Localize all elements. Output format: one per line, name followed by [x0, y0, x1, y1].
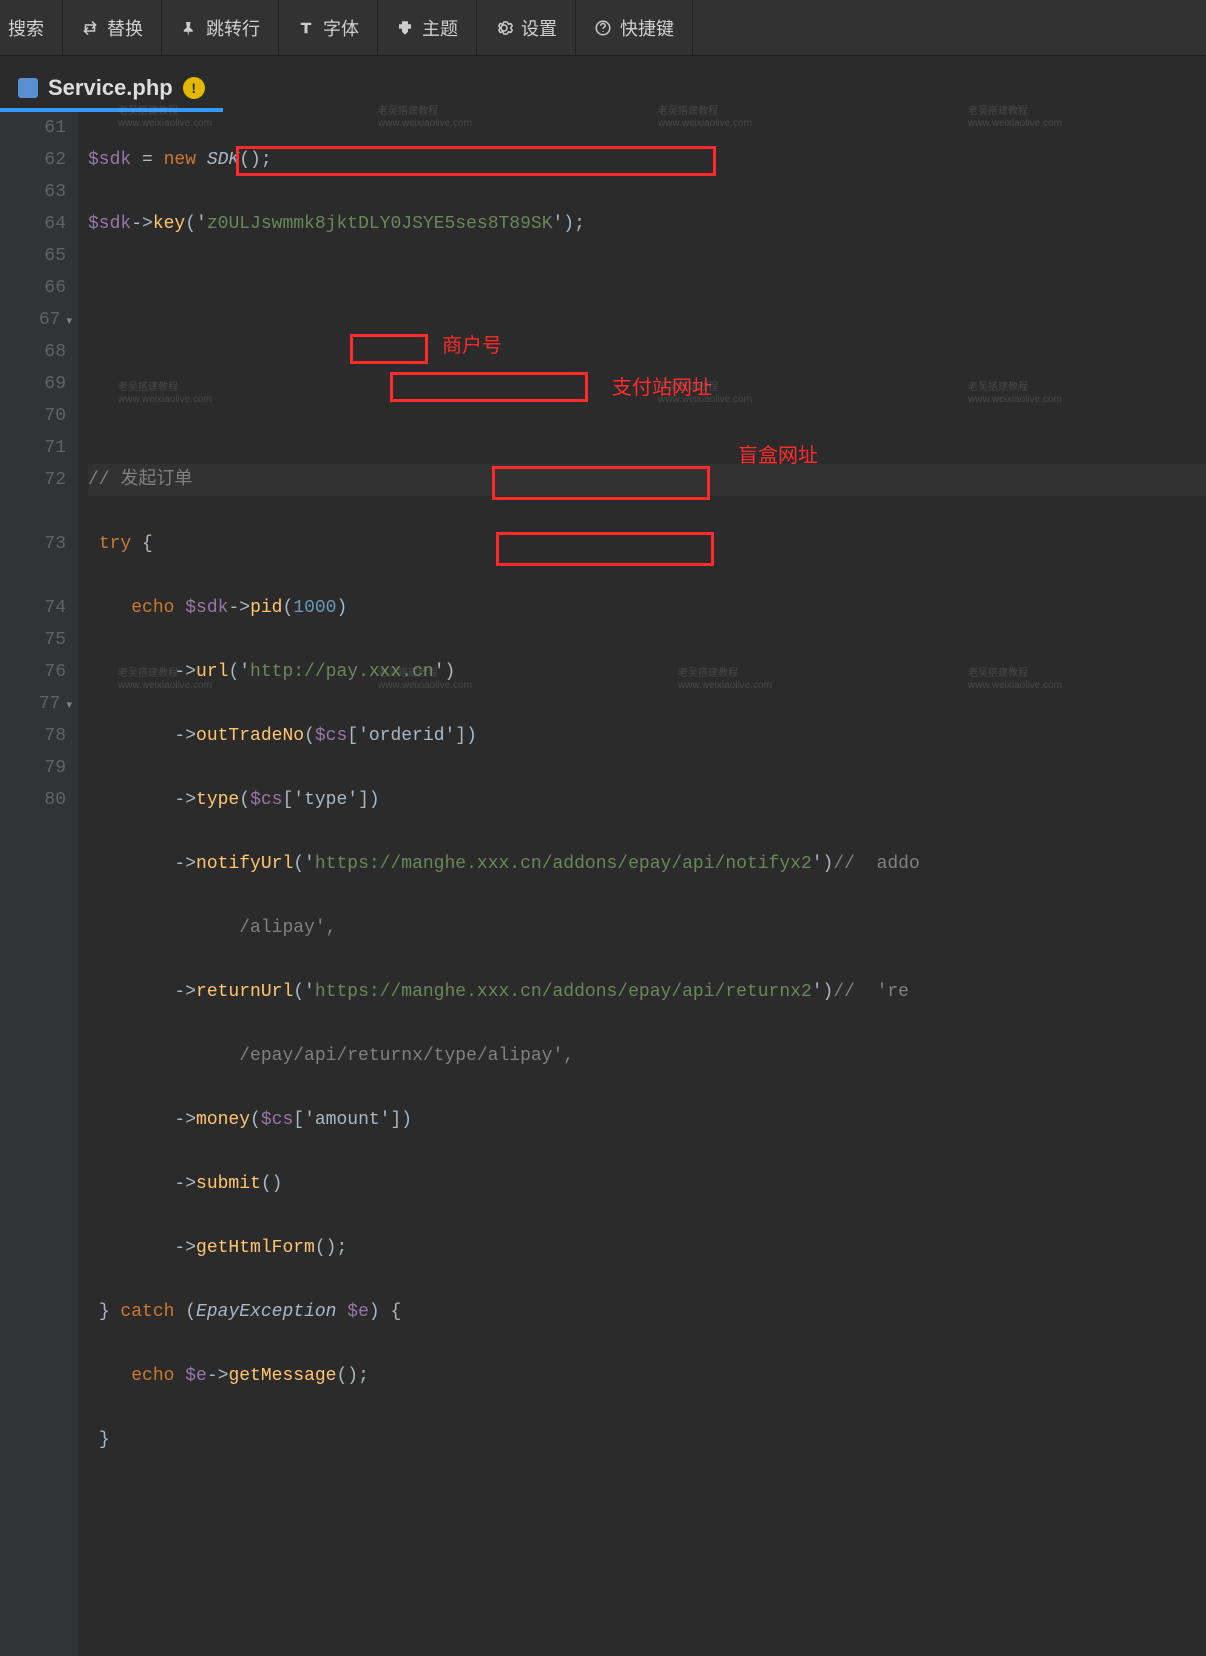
replace-icon [81, 19, 99, 37]
ln [0, 496, 66, 528]
tab-bar: Service.php ! [0, 56, 1206, 112]
ln: 67▾ [0, 304, 66, 336]
code-line: ->type($cs['type']) [88, 784, 1206, 816]
label: 字体 [323, 15, 359, 41]
font-button[interactable]: 字体 [279, 0, 378, 55]
ln: 75 [0, 624, 66, 656]
code-line: ->returnUrl('https://manghe.xxx.cn/addon… [88, 976, 1206, 1008]
ln: 71 [0, 432, 66, 464]
code-line: } [88, 1424, 1206, 1456]
code-line: try { [88, 528, 1206, 560]
code-line [88, 1488, 1206, 1520]
shortcuts-button[interactable]: 快捷键 [576, 0, 693, 55]
label: 替换 [107, 15, 143, 41]
theme-button[interactable]: 主题 [378, 0, 477, 55]
settings-button[interactable]: 设置 [477, 0, 576, 55]
ln: 66 [0, 272, 66, 304]
font-icon [297, 19, 315, 37]
code-line: $sdk = new SDK(); [88, 144, 1206, 176]
code-line [88, 400, 1206, 432]
code-line: ->money($cs['amount']) [88, 1104, 1206, 1136]
code-line: ->getHtmlForm(); [88, 1232, 1206, 1264]
code-line: /alipay', [88, 912, 1206, 944]
ln: 61 [0, 112, 66, 144]
ln: 76 [0, 656, 66, 688]
ln: 63 [0, 176, 66, 208]
goto-button[interactable]: 跳转行 [162, 0, 279, 55]
code-line [88, 336, 1206, 368]
replace-button[interactable]: 替换 [63, 0, 162, 55]
ln: 78 [0, 720, 66, 752]
code-line: $sdk->key('z0ULJswmmk8jktDLY0JSYE5ses8T8… [88, 208, 1206, 240]
tab-service-php[interactable]: Service.php ! [0, 68, 223, 112]
code-line: ->notifyUrl('https://manghe.xxx.cn/addon… [88, 848, 1206, 880]
code-area[interactable]: $sdk = new SDK(); $sdk->key('z0ULJswmmk8… [78, 112, 1206, 1656]
pin-icon [180, 19, 198, 37]
toolbar: 搜索 替换 跳转行 字体 主题 设置 快捷键 [0, 0, 1206, 56]
ln: 64 [0, 208, 66, 240]
help-icon [594, 19, 612, 37]
code-line [88, 272, 1206, 304]
tab-filename: Service.php [48, 75, 173, 101]
label: 设置 [521, 15, 557, 41]
ln: 79 [0, 752, 66, 784]
gear-icon [495, 19, 513, 37]
code-line: ->outTradeNo($cs['orderid']) [88, 720, 1206, 752]
highlight-url [390, 372, 588, 402]
label: 跳转行 [206, 15, 260, 41]
code-line: echo $sdk->pid(1000) [88, 592, 1206, 624]
code-line: ->submit() [88, 1168, 1206, 1200]
php-file-icon [18, 78, 38, 98]
code-line: echo $e->getMessage(); [88, 1360, 1206, 1392]
line-gutter: 61 62 63 64 65 66 67▾ 68 69 70 71 72 73 … [0, 112, 78, 1656]
code-line: /epay/api/returnx/type/alipay', [88, 1040, 1206, 1072]
ln: 70 [0, 400, 66, 432]
ln: 80 [0, 784, 66, 816]
label: 快捷键 [620, 15, 674, 41]
ln: 74 [0, 592, 66, 624]
code-line: } catch (EpayException $e) { [88, 1296, 1206, 1328]
label: 搜索 [8, 15, 44, 41]
ln: 62 [0, 144, 66, 176]
ln: 65 [0, 240, 66, 272]
ln: 77▾ [0, 688, 66, 720]
code-line: ->url('http://pay.xxx.cn') [88, 656, 1206, 688]
ln: 72 [0, 464, 66, 496]
ln: 73 [0, 528, 66, 560]
code-line: // 发起订单 [88, 464, 1206, 496]
ln [0, 560, 66, 592]
ln: 69 [0, 368, 66, 400]
search-button[interactable]: 搜索 [0, 0, 63, 55]
code-editor[interactable]: 61 62 63 64 65 66 67▾ 68 69 70 71 72 73 … [0, 112, 1206, 1656]
ln: 68 [0, 336, 66, 368]
warning-badge: ! [183, 77, 205, 99]
label: 主题 [422, 15, 458, 41]
theme-icon [396, 19, 414, 37]
